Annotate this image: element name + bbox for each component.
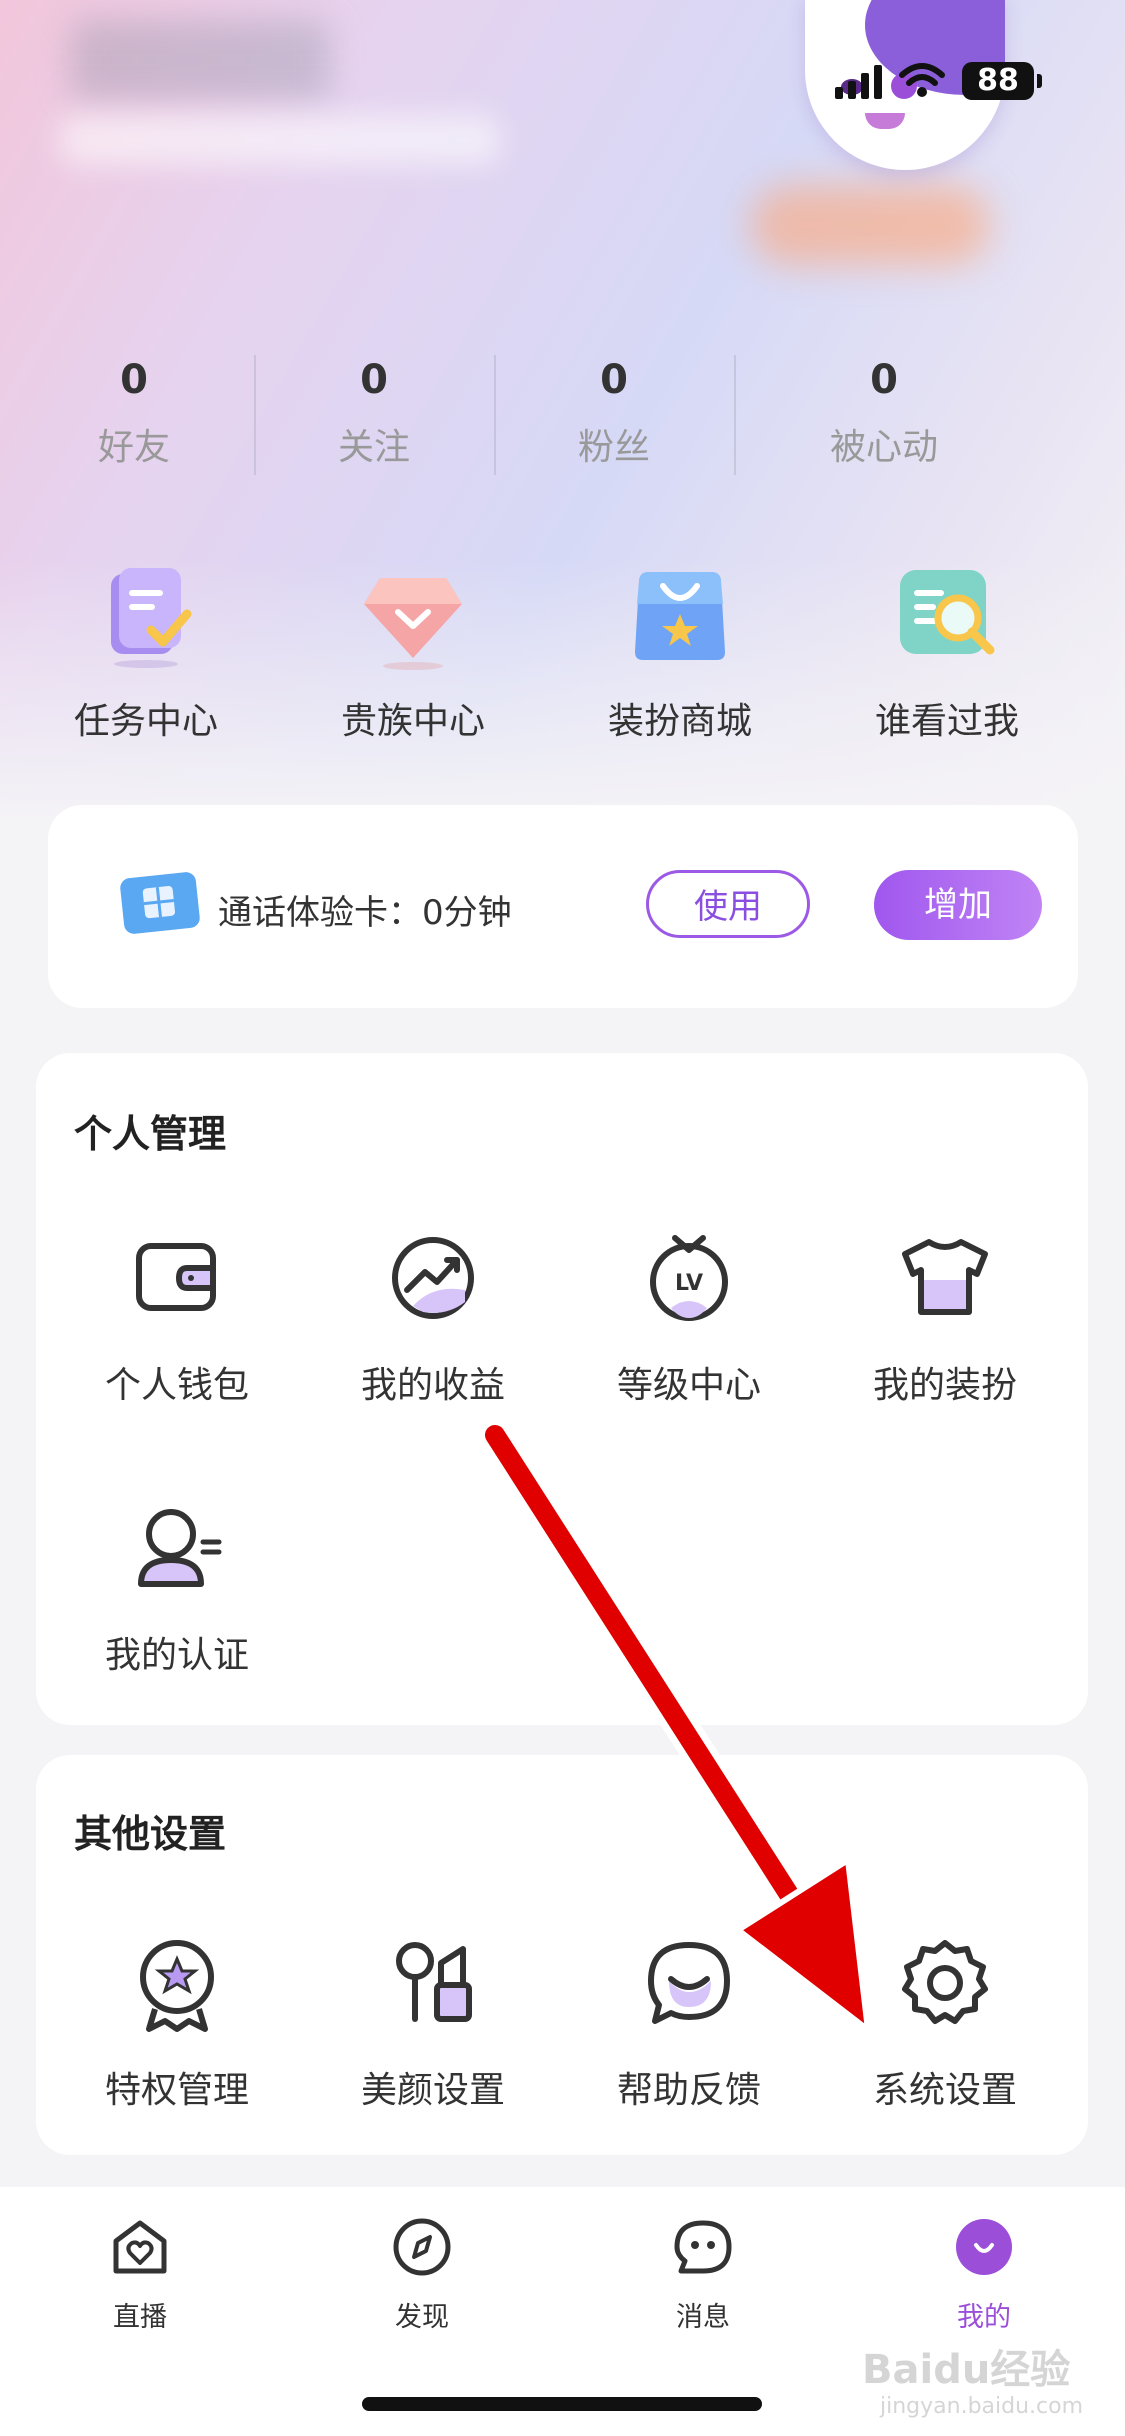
tab-mine[interactable]: 我的 [884,2215,1084,2334]
tab-label: 发现 [395,2302,449,2333]
tab-label: 消息 [676,2302,730,2333]
home-indicator [362,2397,762,2411]
message-bubble-icon [671,2215,735,2279]
compass-icon [390,2215,454,2279]
tab-live[interactable]: 直播 [40,2215,240,2334]
watermark-url: jingyan.baidu.com [880,2394,1084,2419]
tab-label: 直播 [113,2302,167,2333]
profile-smile-icon [952,2215,1016,2279]
watermark-brand: Baidu经验 [862,2347,1071,2393]
tab-messages[interactable]: 消息 [603,2215,803,2334]
tab-label: 我的 [957,2302,1011,2333]
live-house-icon [108,2215,172,2279]
tab-discover[interactable]: 发现 [322,2215,522,2334]
annotation-arrow [478,1418,871,2033]
